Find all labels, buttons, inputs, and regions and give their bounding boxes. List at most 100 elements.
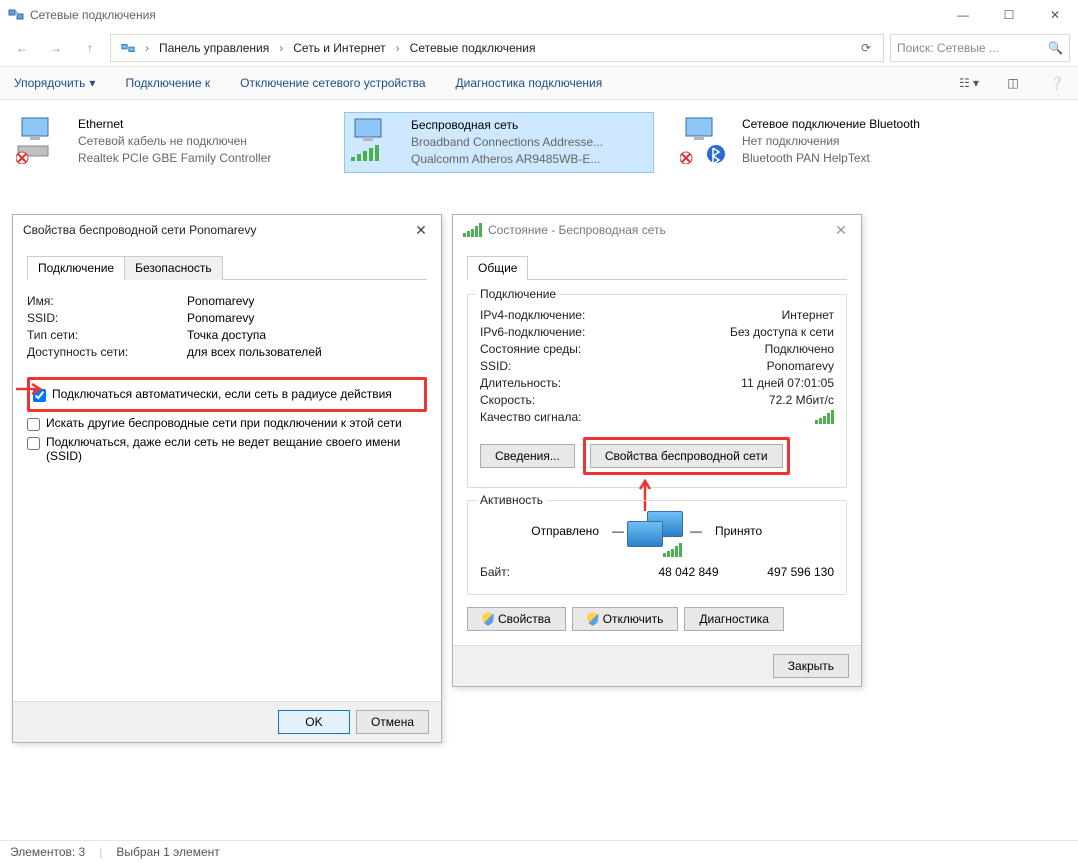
bluetooth-icon bbox=[680, 116, 734, 164]
ssid-value: Ponomarevy bbox=[187, 311, 427, 325]
connection-item-wifi[interactable]: Беспроводная сеть Broadband Connections … bbox=[344, 112, 654, 173]
close-dialog-button[interactable]: Закрыть bbox=[773, 654, 849, 678]
details-button[interactable]: Сведения... bbox=[480, 444, 575, 468]
connect-to-button[interactable]: Подключение к bbox=[119, 72, 216, 94]
up-button[interactable]: ↑ bbox=[76, 34, 104, 62]
nettype-label: Тип сети: bbox=[27, 328, 187, 342]
diagnose-button[interactable]: Диагностика bbox=[684, 607, 784, 631]
close-button[interactable]: ✕ bbox=[1032, 0, 1078, 30]
ipv4-value: Интернет bbox=[640, 308, 834, 322]
item-adapter: Realtek PCIe GBE Family Controller bbox=[78, 150, 271, 167]
item-adapter: Qualcomm Atheros AR9485WB-E... bbox=[411, 151, 603, 168]
chevron-down-icon: ▾ bbox=[89, 76, 95, 90]
back-button[interactable]: ← bbox=[8, 34, 36, 62]
minimize-button[interactable]: ― bbox=[940, 0, 986, 30]
bytes-received-value: 497 596 130 bbox=[737, 565, 834, 579]
item-count: Элементов: 3 bbox=[10, 845, 85, 859]
wifi-properties-dialog: Свойства беспроводной сети Ponomarevy ✕ … bbox=[12, 214, 442, 743]
item-name: Ethernet bbox=[78, 116, 271, 133]
nav-row: ← → ↑ › Панель управления › Сеть и Интер… bbox=[0, 30, 1078, 66]
media-label: Состояние среды: bbox=[480, 342, 640, 356]
sent-label: Отправлено bbox=[480, 524, 609, 538]
tab-connection[interactable]: Подключение bbox=[27, 256, 125, 280]
view-mode-button[interactable]: ☷ ▾ bbox=[956, 70, 982, 96]
highlight-auto-connect: Подключаться автоматически, если сеть в … bbox=[27, 377, 427, 412]
dialog-button-row: OK Отмена bbox=[13, 701, 441, 742]
connection-list: Ethernet Сетевой кабель не подключен Rea… bbox=[0, 100, 1078, 185]
ok-button[interactable]: OK bbox=[278, 710, 350, 734]
connect-hidden-label: Подключаться, даже если сеть не ведет ве… bbox=[46, 435, 427, 463]
red-arrow-icon bbox=[16, 382, 46, 396]
wifi-status-dialog: Состояние - Беспроводная сеть ✕ Общие По… bbox=[452, 214, 862, 687]
app-icon bbox=[8, 7, 24, 23]
ethernet-icon bbox=[16, 116, 70, 164]
tabbar: Подключение Безопасность bbox=[27, 255, 427, 280]
bytes-sent-value: 48 042 849 bbox=[640, 565, 737, 579]
dialog-close-button[interactable]: ✕ bbox=[831, 222, 851, 239]
dialog-close-button[interactable]: ✕ bbox=[411, 222, 431, 239]
signal-icon bbox=[463, 223, 482, 237]
dialog-title: Свойства беспроводной сети Ponomarevy bbox=[23, 223, 411, 237]
lookup-other-checkbox[interactable] bbox=[27, 418, 40, 431]
window-titlebar: Сетевые подключения ― ☐ ✕ bbox=[0, 0, 1078, 30]
help-button[interactable]: ❔ bbox=[1044, 70, 1070, 96]
preview-pane-button[interactable]: ◫ bbox=[1000, 70, 1026, 96]
cancel-button[interactable]: Отмена bbox=[356, 710, 429, 734]
dialog-titlebar: Состояние - Беспроводная сеть ✕ bbox=[453, 215, 861, 245]
search-input[interactable]: Поиск: Сетевые ... 🔍 bbox=[890, 34, 1070, 62]
signal-label: Качество сигнала: bbox=[480, 410, 640, 427]
auto-connect-label: Подключаться автоматически, если сеть в … bbox=[52, 387, 392, 401]
nettype-value: Точка доступа bbox=[187, 328, 427, 342]
highlight-wifi-props: Свойства беспроводной сети bbox=[583, 437, 790, 475]
address-bar[interactable]: › Панель управления › Сеть и Интернет › … bbox=[110, 34, 884, 62]
shield-icon bbox=[482, 612, 494, 626]
tab-security[interactable]: Безопасность bbox=[124, 256, 223, 280]
breadcrumb-segment[interactable]: Сетевые подключения bbox=[404, 35, 542, 61]
availability-value: для всех пользователей bbox=[187, 345, 427, 359]
disable-device-button[interactable]: Отключение сетевого устройства bbox=[234, 72, 431, 94]
chevron-right-icon: › bbox=[275, 41, 287, 55]
search-placeholder: Поиск: Сетевые ... bbox=[897, 41, 999, 55]
duration-label: Длительность: bbox=[480, 376, 640, 390]
connection-item-ethernet[interactable]: Ethernet Сетевой кабель не подключен Rea… bbox=[12, 112, 322, 171]
dialog-titlebar: Свойства беспроводной сети Ponomarevy ✕ bbox=[13, 215, 441, 245]
dialog-button-row: Закрыть bbox=[453, 645, 861, 686]
connect-hidden-checkbox[interactable] bbox=[27, 437, 40, 450]
speed-value: 72.2 Мбит/с bbox=[640, 393, 834, 407]
chevron-right-icon: › bbox=[392, 41, 404, 55]
item-name: Беспроводная сеть bbox=[411, 117, 603, 134]
properties-button[interactable]: Свойства bbox=[467, 607, 566, 631]
media-value: Подключено bbox=[640, 342, 834, 356]
disable-button[interactable]: Отключить bbox=[572, 607, 679, 631]
item-status: Сетевой кабель не подключен bbox=[78, 133, 271, 150]
ssid-value: Ponomarevy bbox=[640, 359, 834, 373]
item-status: Нет подключения bbox=[742, 133, 920, 150]
signal-bars-icon bbox=[640, 410, 834, 427]
window-title: Сетевые подключения bbox=[30, 8, 940, 22]
search-icon: 🔍 bbox=[1048, 41, 1063, 55]
bytes-label: Байт: bbox=[480, 565, 640, 579]
tabbar: Общие bbox=[467, 255, 847, 280]
item-adapter: Bluetooth PAN HelpText bbox=[742, 150, 920, 167]
connection-item-bluetooth[interactable]: Сетевое подключение Bluetooth Нет подклю… bbox=[676, 112, 986, 171]
name-value: Ponomarevy bbox=[187, 294, 427, 308]
breadcrumb-icon bbox=[115, 35, 141, 61]
forward-button[interactable]: → bbox=[42, 34, 70, 62]
received-label: Принято bbox=[705, 524, 834, 538]
breadcrumb-segment[interactable]: Сеть и Интернет bbox=[287, 35, 391, 61]
item-name: Сетевое подключение Bluetooth bbox=[742, 116, 920, 133]
refresh-button[interactable]: ⟳ bbox=[853, 41, 879, 55]
wifi-properties-button[interactable]: Свойства беспроводной сети bbox=[590, 444, 783, 468]
tab-general[interactable]: Общие bbox=[467, 256, 528, 280]
diagnose-button[interactable]: Диагностика подключения bbox=[450, 72, 609, 94]
organize-menu[interactable]: Упорядочить ▾ bbox=[8, 72, 101, 94]
duration-value: 11 дней 07:01:05 bbox=[640, 376, 834, 390]
ipv6-value: Без доступа к сети bbox=[640, 325, 834, 339]
name-label: Имя: bbox=[27, 294, 187, 308]
shield-icon bbox=[587, 612, 599, 626]
activity-group-label: Активность bbox=[476, 493, 547, 507]
ssid-label: SSID: bbox=[480, 359, 640, 373]
breadcrumb-segment[interactable]: Панель управления bbox=[153, 35, 275, 61]
toolbar: Упорядочить ▾ Подключение к Отключение с… bbox=[0, 66, 1078, 100]
maximize-button[interactable]: ☐ bbox=[986, 0, 1032, 30]
